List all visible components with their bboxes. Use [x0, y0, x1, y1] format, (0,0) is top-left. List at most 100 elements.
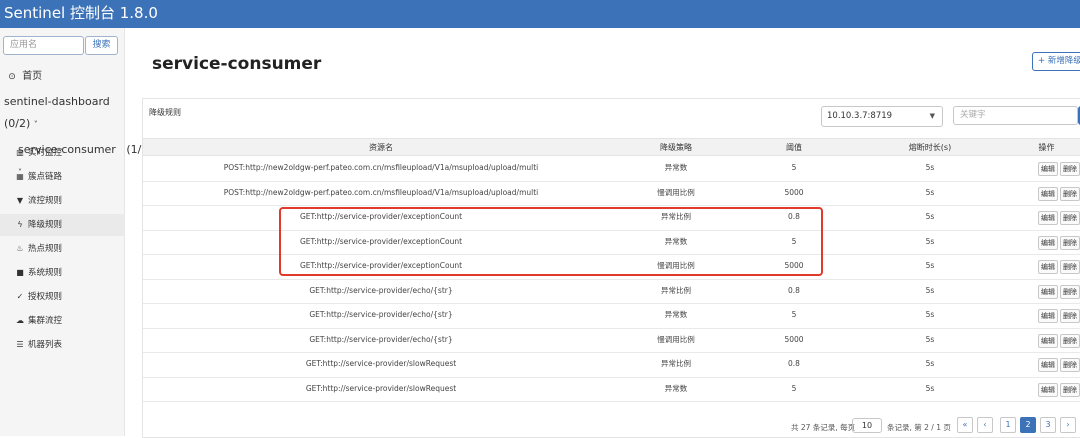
nav-app-sentinel-dashboard[interactable]: sentinel-dashboard (0/2) ˅ [0, 91, 125, 130]
delete-button[interactable]: 删除 [1060, 260, 1080, 274]
sidebar-item-label: 实时监控 [28, 148, 63, 158]
cloud-icon: ☁ [16, 316, 24, 325]
app-search-input[interactable]: 应用名 [3, 36, 84, 55]
nav-app-service-consumer[interactable]: service-consumer (1/3) ˅ [0, 117, 153, 177]
column-header-threshold: 阈值 [786, 143, 802, 152]
next-page-button[interactable]: › [1060, 417, 1076, 433]
cell-strategy: 异常比例 [661, 285, 691, 295]
sidebar-item-label: 机器列表 [28, 340, 63, 350]
first-page-button[interactable]: « [957, 417, 973, 433]
cell-resource: GET:http://service-provider/slowRequest [305, 359, 457, 368]
edit-button[interactable]: 编辑 [1038, 211, 1058, 225]
edit-button[interactable]: 编辑 [1038, 284, 1058, 299]
lock-icon: ■ [16, 268, 24, 277]
caret-down-icon: ▼ [929, 112, 935, 120]
sidebar-item-label: 集群流控 [28, 316, 63, 326]
page-button-2[interactable]: 2 [1020, 417, 1036, 433]
sidebar-item-label: 系统规则 [28, 268, 63, 278]
sidebar-item-system-rules[interactable]: ■ 系统规则 [0, 262, 125, 284]
cell-threshold: 0.8 [788, 212, 800, 221]
delete-button[interactable]: 删除 [1060, 211, 1080, 225]
cell-duration: 5s [925, 334, 935, 344]
sidebar-item-hotspot-rules[interactable]: ♨ 热点规则 [0, 238, 125, 260]
edit-button[interactable]: 编辑 [1038, 382, 1058, 397]
cell-duration: 5s [925, 261, 935, 270]
table-row: GET:http://service-provider/exceptionCou… [143, 231, 1080, 255]
cell-duration: 5s [925, 236, 935, 246]
sidebar-item-realtime-monitor[interactable]: ▥ 实时监控 [0, 142, 125, 164]
sidebar-item-flow-rules[interactable]: ▼ 流控规则 [0, 190, 125, 212]
delete-button[interactable]: 删除 [1060, 162, 1080, 176]
page-title: service-consumer [152, 54, 322, 74]
sidebar-item-degrade-rules[interactable]: ϟ 降级规则 [0, 214, 125, 236]
sidebar-item-label: 流控规则 [28, 196, 63, 206]
cell-threshold: 5 [791, 383, 797, 393]
page-button-3[interactable]: 3 [1040, 417, 1056, 433]
edit-button[interactable]: 编辑 [1038, 309, 1058, 323]
cell-resource: POST:http://new2oldgw-perf.pateo.com.cn/… [223, 187, 539, 197]
table-row: GET:http://service-provider/exceptionCou… [143, 255, 1080, 280]
delete-button[interactable]: 删除 [1060, 235, 1080, 250]
check-icon: ✓ [16, 292, 24, 301]
column-header-strategy: 降级策略 [660, 143, 692, 152]
cell-threshold: 0.8 [788, 359, 800, 368]
cell-actions: 编辑 删除 [1005, 255, 1080, 279]
sidebar-item-cluster-point[interactable]: ▦ 簇点链路 [0, 166, 125, 188]
delete-button[interactable]: 删除 [1060, 284, 1080, 299]
cell-resource: GET:http://service-provider/exceptionCou… [299, 212, 463, 221]
edit-button[interactable]: 编辑 [1038, 260, 1058, 274]
cell-actions: 编辑 删除 [1005, 182, 1080, 206]
machine-select[interactable]: 10.10.3.7:8719 ▼ [821, 106, 943, 127]
cell-strategy: 慢调用比例 [657, 334, 695, 344]
cell-strategy: 慢调用比例 [657, 187, 695, 197]
edit-button[interactable]: 编辑 [1038, 358, 1058, 372]
edit-button[interactable]: 编辑 [1038, 162, 1058, 176]
sidebar: 应用名 搜索 ⊙ 首页 sentinel-dashboard (0/2) ˅ s… [0, 28, 153, 436]
cell-resource: GET:http://service-provider/exceptionCou… [299, 236, 463, 246]
sidebar-item-auth-rules[interactable]: ✓ 授权规则 [0, 286, 125, 308]
delete-button[interactable]: 删除 [1060, 186, 1080, 201]
edit-button[interactable]: 编辑 [1038, 235, 1058, 250]
edit-button[interactable]: 编辑 [1038, 186, 1058, 201]
column-header-resource: 资源名 [369, 143, 393, 152]
cell-duration: 5s [925, 212, 935, 221]
cell-resource: POST:http://new2oldgw-perf.pateo.com.cn/… [223, 163, 539, 172]
cell-actions: 编辑 删除 [1005, 231, 1080, 255]
delete-button[interactable]: 删除 [1060, 358, 1080, 372]
cell-actions: 编辑 删除 [1005, 378, 1080, 402]
cell-actions: 编辑 删除 [1005, 329, 1080, 353]
filter-icon: ▼ [16, 196, 24, 205]
cell-duration: 5s [925, 163, 935, 172]
delete-button[interactable]: 删除 [1060, 333, 1080, 348]
sidebar-item-machine-list[interactable]: ☰ 机器列表 [0, 334, 125, 356]
main-content: service-consumer + 新增降级规则 降级规则 10.10.3.7… [125, 28, 1080, 438]
machine-select-value: 10.10.3.7:8719 [827, 111, 893, 121]
table-row: GET:http://service-provider/slowRequest 异… [143, 353, 1080, 378]
pagination-summary-suffix: 条记录, 第 2 / 1 页 [887, 423, 951, 432]
sidebar-item-label: 热点规则 [28, 244, 63, 254]
delete-button[interactable]: 删除 [1060, 382, 1080, 397]
cell-actions: 编辑 删除 [1005, 280, 1080, 304]
table-row: GET:http://service-provider/exceptionCou… [143, 206, 1080, 231]
table-row: GET:http://service-provider/slowRequest 异… [143, 378, 1080, 402]
sidebar-item-cluster-flow[interactable]: ☁ 集群流控 [0, 310, 125, 332]
search-button[interactable]: 搜索 [85, 36, 118, 55]
panel-title: 降级规则 [149, 108, 181, 117]
table-row: POST:http://new2oldgw-perf.pateo.com.cn/… [143, 182, 1080, 206]
delete-button[interactable]: 删除 [1060, 309, 1080, 323]
keyword-search-input[interactable]: 关键字 [953, 106, 1078, 125]
add-degrade-rule-button[interactable]: + 新增降级规则 [1032, 52, 1080, 71]
page-button-1[interactable]: 1 [1000, 417, 1016, 433]
nav-home[interactable]: ⊙ 首页 [0, 66, 125, 88]
cell-strategy: 异常比例 [661, 212, 691, 221]
column-header-actions: 操作 [1038, 143, 1055, 152]
cell-strategy: 慢调用比例 [657, 261, 695, 270]
page-size-input[interactable]: 10 [852, 418, 882, 433]
list-icon: ☰ [16, 340, 24, 349]
edit-button[interactable]: 编辑 [1038, 333, 1058, 348]
fire-icon: ♨ [16, 244, 24, 253]
prev-page-button[interactable]: ‹ [977, 417, 993, 433]
table-header: 资源名 降级策略 阈值 熔断时长(s) 操作 [143, 138, 1080, 156]
cell-strategy: 异常数 [664, 163, 688, 172]
cell-threshold: 5 [791, 163, 797, 172]
